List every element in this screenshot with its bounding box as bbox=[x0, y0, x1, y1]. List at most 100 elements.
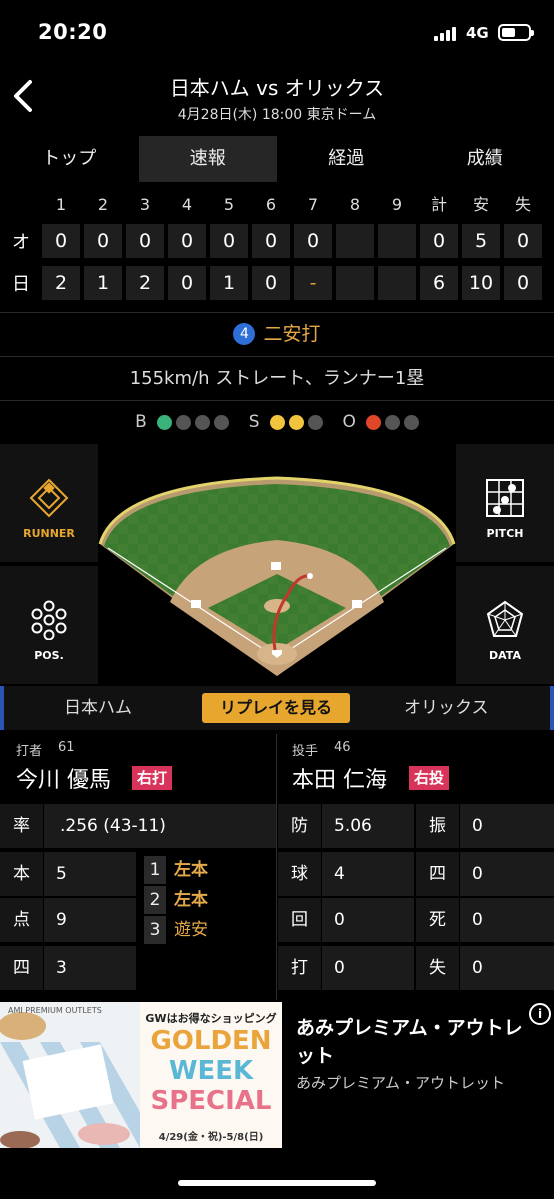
pitcher-stat-row: 失 0 bbox=[416, 946, 554, 990]
strike-dot bbox=[269, 414, 285, 430]
header: 日本ハム vs オリックス 4月28日(木) 18:00 東京ドーム bbox=[0, 64, 554, 130]
inning-header: 3 bbox=[139, 195, 151, 214]
stat-value: 0 bbox=[472, 864, 483, 884]
pitcher-stat-row: 球 4 bbox=[278, 852, 414, 896]
stat-value: 0 bbox=[334, 910, 345, 930]
at-bat-history-item: 3 遊安 bbox=[144, 916, 208, 944]
scoreboard-row-home: 日 2 1 2 0 1 0 - 6 10 0 bbox=[0, 262, 554, 304]
ad-title[interactable]: あみプレミアム・アウトレット bbox=[296, 1014, 532, 1070]
ball-count: B S O bbox=[0, 402, 554, 442]
home-team-tab[interactable]: 日本ハム bbox=[64, 686, 132, 730]
away-team-tab[interactable]: オリックス bbox=[404, 686, 489, 730]
positions-icon bbox=[31, 600, 67, 640]
pitcher-stat-row: 打 0 bbox=[278, 946, 414, 990]
inning-score bbox=[336, 266, 374, 300]
pitch-description: 155km/h ストレート、ランナー1塁 bbox=[129, 368, 425, 389]
batter-hand-badge: 右打 bbox=[132, 766, 173, 790]
pitcher-stat-row: 防 5.06 bbox=[278, 804, 414, 848]
network-label: 4G bbox=[466, 24, 489, 42]
balls-label: B bbox=[135, 412, 147, 432]
stat-key: 四 bbox=[0, 946, 44, 990]
ad-brand-small: AMI PREMIUM OUTLETS bbox=[8, 1006, 102, 1015]
tab-bar: トップ 速報 経過 成績 bbox=[0, 136, 554, 182]
batter-stat-row: 本 5 bbox=[0, 852, 136, 896]
ad-info-icon[interactable]: i bbox=[529, 1003, 551, 1025]
inning-score: - bbox=[294, 266, 332, 300]
ball-dot bbox=[175, 414, 191, 430]
inning-score bbox=[378, 266, 416, 300]
battery-icon bbox=[498, 24, 534, 41]
tab-top[interactable]: トップ bbox=[0, 136, 139, 182]
pitcher-stat-row: 振 0 bbox=[416, 804, 554, 848]
outs-indicator: O bbox=[343, 412, 419, 432]
inning-score: 2 bbox=[126, 266, 164, 300]
runner-button[interactable]: RUNNER bbox=[0, 444, 98, 562]
pitcher-role: 投手 bbox=[292, 744, 319, 759]
home-indicator[interactable] bbox=[178, 1180, 376, 1186]
stat-key: 球 bbox=[278, 852, 322, 896]
pitcher-stat-row: 死 0 bbox=[416, 898, 554, 942]
pitcher-name[interactable]: 本田 仁海 bbox=[292, 762, 387, 794]
inning-score: 0 bbox=[252, 266, 290, 300]
batter-role: 打者 bbox=[16, 744, 43, 759]
balls-indicator: B bbox=[135, 412, 229, 432]
baseball-field-diagram bbox=[98, 476, 456, 676]
radar-chart-icon bbox=[486, 600, 524, 637]
total-header-runs: 計 bbox=[430, 195, 447, 214]
data-label: DATA bbox=[489, 649, 521, 662]
total-errors: 0 bbox=[504, 224, 542, 258]
batter-stat-row: 四 3 bbox=[0, 946, 136, 990]
at-bat-number: 3 bbox=[144, 916, 166, 944]
runner-label: RUNNER bbox=[23, 527, 75, 540]
batter-stat-row: 点 9 bbox=[0, 898, 136, 942]
at-bat-number: 1 bbox=[144, 856, 166, 884]
ball-dot bbox=[194, 414, 210, 430]
total-hits: 5 bbox=[462, 224, 500, 258]
inning-score: 2 bbox=[42, 266, 80, 300]
at-bat-history-item: 2 左本 bbox=[144, 886, 208, 914]
stat-value: 4 bbox=[334, 864, 345, 884]
strikes-indicator: S bbox=[249, 412, 323, 432]
inning-header: 7 bbox=[307, 195, 319, 214]
inning-header: 1 bbox=[55, 195, 67, 214]
play-number-badge: 4 bbox=[233, 323, 256, 345]
outs-label: O bbox=[342, 412, 356, 432]
ad-image-shoes: AMI PREMIUM OUTLETS bbox=[0, 1002, 140, 1148]
ad-advertiser: あみプレミアム・アウトレット bbox=[296, 1074, 505, 1092]
inning-header: 4 bbox=[181, 195, 193, 214]
watch-replay-button[interactable]: リプレイを見る bbox=[202, 693, 350, 723]
field-area: RUNNER POS. PITCH DATA bbox=[0, 444, 554, 684]
tab-stats[interactable]: 成績 bbox=[416, 136, 554, 182]
play-result-text: 二安打 bbox=[263, 323, 321, 345]
batter-name[interactable]: 今川 優馬 bbox=[16, 762, 111, 794]
inning-header: 8 bbox=[349, 195, 361, 214]
inning-score: 0 bbox=[126, 224, 164, 258]
pitcher-stat-row: 四 0 bbox=[416, 852, 554, 896]
divider bbox=[0, 400, 554, 401]
stat-value: 0 bbox=[334, 958, 345, 978]
batter-number: 61 bbox=[58, 740, 75, 755]
inning-header: 9 bbox=[391, 195, 403, 214]
pitcher-panel: 投手 46 本田 仁海 右投 bbox=[277, 734, 554, 798]
inning-score: 1 bbox=[210, 266, 248, 300]
scoreboard-row-away: オ 0 0 0 0 0 0 0 0 5 0 bbox=[0, 220, 554, 262]
panel-separator bbox=[276, 734, 277, 1000]
pitcher-hand-badge: 右投 bbox=[409, 766, 450, 790]
pitch-button[interactable]: PITCH bbox=[456, 444, 554, 562]
scoreboard-header: 1 2 3 4 5 6 7 8 9 計 安 失 bbox=[0, 190, 554, 220]
play-result: 4 二安打 bbox=[0, 312, 554, 356]
stat-value: 5.06 bbox=[334, 816, 372, 836]
stat-key: 死 bbox=[416, 898, 460, 942]
inning-score: 1 bbox=[84, 266, 122, 300]
home-team-color-bar bbox=[0, 686, 4, 730]
tab-live[interactable]: 速報 bbox=[138, 136, 277, 182]
tab-progress[interactable]: 経過 bbox=[277, 136, 416, 182]
total-errors: 0 bbox=[504, 266, 542, 300]
stat-value: 9 bbox=[56, 910, 67, 930]
data-button[interactable]: DATA bbox=[456, 566, 554, 684]
inning-score: 0 bbox=[168, 224, 206, 258]
batter-panel: 打者 61 今川 優馬 右打 bbox=[0, 734, 276, 798]
positions-button[interactable]: POS. bbox=[0, 566, 98, 684]
game-datetime: 4月28日(木) 18:00 東京ドーム bbox=[177, 107, 377, 123]
ad-banner[interactable]: AMI PREMIUM OUTLETS GWはお得なショッピング GOLDEN … bbox=[0, 1000, 554, 1152]
